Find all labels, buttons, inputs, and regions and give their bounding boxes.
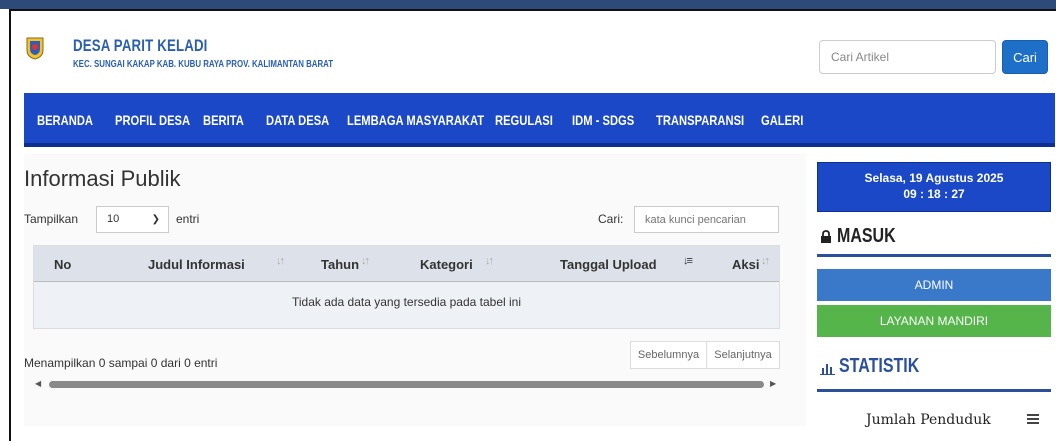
col-no[interactable]: No — [54, 257, 71, 272]
col-tanggal[interactable]: Tanggal Upload — [560, 257, 657, 272]
empty-table-row: Tidak ada data yang tersedia pada tabel … — [34, 282, 779, 328]
nav-item-idm-sdgs[interactable]: IDM - SDGS — [572, 112, 634, 128]
site-header: DESA PARIT KELADI KEC. SUNGAI KAKAP KAB.… — [11, 11, 1056, 92]
datetime-widget: Selasa, 19 Agustus 2025 09 : 18 : 27 — [817, 162, 1051, 212]
nav-item-regulasi[interactable]: REGULASI — [495, 112, 553, 128]
table-header: No Judul Informasi ↓↑ Tahun ↓↑ Kategori … — [34, 246, 779, 282]
admin-button[interactable]: ADMIN — [817, 269, 1051, 301]
col-tahun[interactable]: Tahun — [321, 257, 359, 272]
stats-section-title: STATISTIK — [839, 355, 920, 377]
hamburger-menu-icon[interactable] — [1027, 414, 1039, 424]
nav-item-lembaga[interactable]: LEMBAGA MASYARAKAT — [347, 112, 484, 128]
chevron-down-icon: ❯ — [151, 214, 160, 225]
scrollbar-thumb[interactable] — [49, 381, 764, 388]
nav-item-data-desa[interactable]: DATA DESA — [266, 112, 329, 128]
section-divider — [817, 254, 1051, 257]
nav-item-profil-desa[interactable]: PROFIL DESA — [115, 112, 190, 128]
horizontal-scrollbar[interactable]: ◀ ▶ — [33, 379, 780, 389]
prev-page-button[interactable]: Sebelumnya — [630, 341, 707, 369]
entries-label: entri — [176, 212, 200, 226]
show-label: Tampilkan — [24, 212, 79, 226]
site-subtitle: KEC. SUNGAI KAKAP KAB. KUBU RAYA PROV. K… — [73, 58, 334, 70]
scroll-left-icon[interactable]: ◀ — [35, 379, 41, 388]
sort-desc-icon[interactable]: ↓≡ — [683, 255, 693, 267]
village-logo-icon — [26, 37, 44, 60]
next-page-button[interactable]: Selanjutnya — [706, 341, 780, 369]
section-divider — [817, 389, 1051, 392]
nav-item-berita[interactable]: BERITA — [203, 112, 244, 128]
table-search-label: Cari: — [598, 212, 624, 226]
site-title[interactable]: DESA PARIT KELADI — [73, 36, 208, 56]
current-time: 09 : 18 : 27 — [903, 187, 965, 201]
col-judul[interactable]: Judul Informasi — [148, 257, 245, 272]
info-table: No Judul Informasi ↓↑ Tahun ↓↑ Kategori … — [33, 245, 780, 329]
top-strip — [0, 0, 1056, 9]
table-search-input[interactable] — [634, 206, 779, 233]
population-widget: Jumlah Penduduk — [817, 404, 1051, 444]
current-date: Selasa, 19 Agustus 2025 — [864, 171, 1004, 185]
nav-item-beranda[interactable]: BERANDA — [37, 112, 93, 128]
sort-icon[interactable]: ↓↑ — [276, 255, 285, 267]
table-info: Menampilkan 0 sampai 0 dari 0 entri — [24, 356, 218, 370]
sort-icon[interactable]: ↓↑ — [761, 255, 770, 267]
entries-length-value: 10 — [107, 213, 120, 225]
sidebar: Selasa, 19 Agustus 2025 09 : 18 : 27 MAS… — [817, 154, 1056, 444]
layanan-mandiri-button[interactable]: LAYANAN MANDIRI — [817, 305, 1051, 337]
article-search-button[interactable]: Cari — [1002, 40, 1048, 74]
nav-item-transparansi[interactable]: TRANSPARANSI — [656, 112, 744, 128]
scroll-right-icon[interactable]: ▶ — [770, 379, 776, 388]
main-content: Informasi Publik Tampilkan 10 ❯ entri Ca… — [11, 154, 817, 443]
entries-length-select[interactable]: 10 ❯ — [96, 206, 169, 233]
col-aksi[interactable]: Aksi — [732, 257, 759, 272]
population-title: Jumlah Penduduk — [866, 412, 991, 428]
page-frame: DESA PARIT KELADI KEC. SUNGAI KAKAP KAB.… — [9, 9, 1056, 444]
article-search-input[interactable] — [819, 40, 996, 74]
lock-icon — [821, 230, 831, 243]
page-title: Informasi Publik — [24, 166, 181, 191]
login-section-title: MASUK — [837, 225, 896, 247]
bar-chart-icon — [820, 364, 835, 375]
nav-item-galeri[interactable]: GALERI — [761, 112, 803, 128]
sort-icon[interactable]: ↓↑ — [485, 255, 494, 267]
col-kategori[interactable]: Kategori — [420, 257, 473, 272]
sort-icon[interactable]: ↓↑ — [361, 255, 370, 267]
main-nav: BERANDA PROFIL DESA BERITA DATA DESA LEM… — [24, 93, 1055, 147]
